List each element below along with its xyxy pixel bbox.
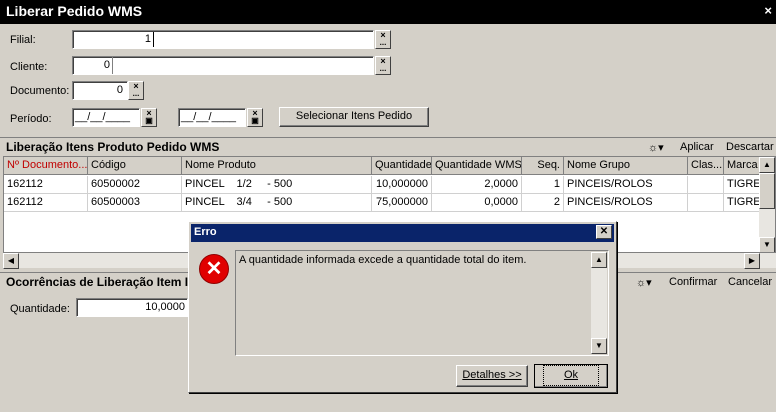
details-button-label: Detalhes >>: [462, 369, 522, 381]
confirm-button[interactable]: Confirmar: [669, 276, 717, 288]
cell-documento: 162112: [4, 194, 88, 212]
cliente-lookup-button[interactable]: × ...: [375, 56, 391, 75]
column-header-nome-produto[interactable]: Nome Produto: [182, 157, 372, 175]
periodo-to-field[interactable]: __/__/____: [178, 108, 246, 127]
ok-button[interactable]: Ok: [534, 364, 608, 388]
scroll-up-icon[interactable]: ▲: [591, 252, 607, 268]
periodo-to-value: __/__/____: [181, 111, 237, 123]
cliente-label: Cliente:: [10, 61, 48, 73]
select-items-button[interactable]: Selecionar Itens Pedido: [279, 107, 429, 127]
cancel-button[interactable]: Cancelar: [728, 276, 772, 288]
documento-value: 0: [116, 84, 123, 96]
occurrences-section-title: Ocorrências de Liberação Item I: [6, 275, 189, 289]
periodo-from-value: __/__/____: [75, 111, 131, 123]
dialog-title: Erro: [194, 226, 217, 238]
cell-marca: TIGRE: [724, 176, 762, 194]
scroll-right-icon[interactable]: ▶: [744, 253, 760, 269]
cell-quantidade: 75,000000: [372, 194, 432, 212]
quantity-value: 10,0000: [145, 301, 185, 313]
text-cursor: [153, 32, 154, 47]
cell-seq: 2: [522, 194, 564, 212]
items-section-title: Liberação Itens Produto Pedido WMS: [6, 140, 220, 154]
documento-label: Documento:: [10, 85, 70, 97]
scroll-down-icon[interactable]: ▼: [759, 237, 775, 253]
error-message: A quantidade informada excede a quantida…: [239, 254, 527, 266]
discard-button[interactable]: Descartar: [726, 141, 774, 153]
details-button[interactable]: Detalhes >>: [456, 365, 528, 387]
periodo-from-field[interactable]: __/__/____: [72, 108, 140, 127]
column-header-quantidade[interactable]: Quantidade: [372, 157, 432, 175]
column-header-marca[interactable]: Marca: [724, 157, 762, 175]
filial-field[interactable]: 1: [72, 30, 374, 49]
options-icon[interactable]: ☼▾: [636, 276, 652, 289]
cell-documento: 162112: [4, 176, 88, 194]
dialog-close-icon[interactable]: ✕: [596, 225, 612, 239]
error-dialog: Erro ✕ ✕ A quantidade informada excede a…: [188, 221, 617, 393]
quantity-label: Quantidade:: [10, 303, 70, 315]
documento-field[interactable]: 0: [72, 81, 128, 100]
ellipsis-icon: ...: [379, 64, 387, 73]
ok-button-label: Ok: [542, 365, 600, 386]
filial-lookup-button[interactable]: × ...: [375, 30, 391, 49]
error-icon: ✕: [199, 254, 229, 284]
field-divider: [112, 57, 113, 74]
column-header-nome-grupo[interactable]: Nome Grupo: [564, 157, 688, 175]
ellipsis-icon: ...: [132, 89, 140, 98]
quantity-field[interactable]: 10,0000: [76, 298, 188, 317]
scroll-left-icon[interactable]: ◀: [3, 253, 19, 269]
periodo-to-calendar-button[interactable]: × ▣: [247, 108, 263, 127]
cell-codigo: 60500003: [88, 194, 182, 212]
cell-codigo: 60500002: [88, 176, 182, 194]
filial-label: Filial:: [10, 34, 36, 46]
apply-button[interactable]: Aplicar: [680, 141, 714, 153]
scroll-up-icon[interactable]: ▲: [759, 157, 775, 173]
column-header-seq[interactable]: Seq.: [522, 157, 564, 175]
calendar-icon: ▣: [251, 116, 259, 125]
cell-quantidade: 10,000000: [372, 176, 432, 194]
cell-nome-produto: PINCEL 3/4 - 500: [182, 194, 372, 212]
dialog-title-bar: Erro ✕: [191, 224, 614, 242]
cell-seq: 1: [522, 176, 564, 194]
message-scrollbar[interactable]: ▲ ▼: [591, 252, 607, 354]
documento-lookup-button[interactable]: × ...: [128, 81, 144, 100]
cell-classe: [688, 194, 724, 212]
column-header-classe[interactable]: Clas...: [688, 157, 724, 175]
periodo-from-calendar-button[interactable]: × ▣: [141, 108, 157, 127]
cell-nome-produto: PINCEL 1/2 - 500: [182, 176, 372, 194]
options-icon[interactable]: ☼▾: [648, 141, 664, 154]
grid-vertical-scrollbar[interactable]: ▲ ▼: [759, 157, 775, 253]
scroll-down-icon[interactable]: ▼: [591, 338, 607, 354]
cell-nome-grupo: PINCEIS/ROLOS: [564, 194, 688, 212]
cell-quantidade-wms: 0,0000: [432, 194, 522, 212]
items-section-header: Liberação Itens Produto Pedido WMS ☼▾ Ap…: [0, 137, 776, 155]
column-header-documento[interactable]: Nº Documento...: [4, 157, 88, 175]
close-icon[interactable]: ×: [764, 3, 772, 18]
message-box: A quantidade informada excede a quantida…: [235, 250, 609, 356]
column-header-quantidade-wms[interactable]: Quantidade WMS: [432, 157, 522, 175]
cell-nome-grupo: PINCEIS/ROLOS: [564, 176, 688, 194]
cell-marca: TIGRE: [724, 194, 762, 212]
periodo-label: Período:: [10, 113, 52, 125]
calendar-icon: ▣: [145, 116, 153, 125]
title-bar: Liberar Pedido WMS ×: [0, 0, 776, 24]
cliente-value: 0: [103, 59, 110, 71]
cliente-field[interactable]: 0: [72, 56, 374, 75]
filial-value: 1: [144, 33, 151, 45]
cell-quantidade-wms: 2,0000: [432, 176, 522, 194]
ellipsis-icon: ...: [379, 38, 387, 47]
cell-classe: [688, 176, 724, 194]
window-title: Liberar Pedido WMS: [6, 3, 143, 19]
column-header-codigo[interactable]: Código: [88, 157, 182, 175]
scroll-thumb[interactable]: [759, 173, 775, 209]
